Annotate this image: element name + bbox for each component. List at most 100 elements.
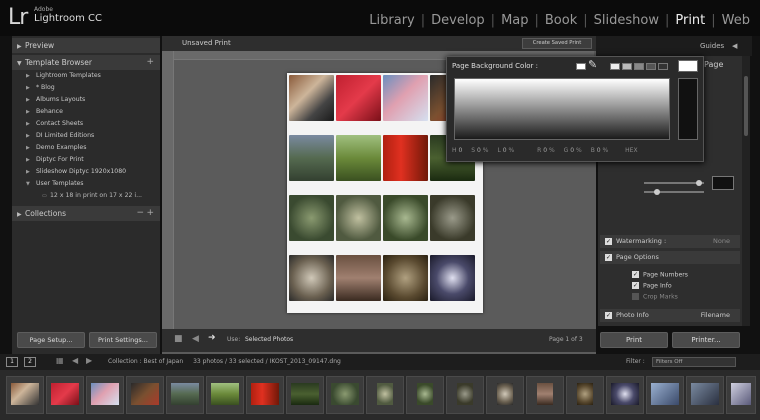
watermarking-section[interactable]: ✓ Watermarking : None xyxy=(600,235,740,248)
template-folder-user[interactable]: ▼ User Templates xyxy=(22,178,156,190)
use-dropdown[interactable]: Selected Photos xyxy=(245,336,293,343)
photo-cell[interactable] xyxy=(336,135,381,181)
filmstrip-thumbnail[interactable] xyxy=(166,376,204,414)
page-info-option[interactable]: ✓ Page Info xyxy=(632,282,672,290)
photo-info-section[interactable]: ✓ Photo Info Filename xyxy=(600,309,740,322)
slider-track[interactable] xyxy=(644,191,704,193)
template-folder[interactable]: ▶ Contact Sheets xyxy=(22,118,156,130)
grid-icon[interactable]: ▦ xyxy=(56,356,64,365)
filmstrip-thumbnail[interactable] xyxy=(686,376,724,414)
filter-dropdown[interactable]: Filters Off xyxy=(652,357,736,367)
secondary-window-2[interactable]: 2 xyxy=(24,357,36,367)
template-folder[interactable]: ▶ Albums Layouts xyxy=(22,94,156,106)
photo-cell[interactable] xyxy=(289,135,334,181)
page-panel-tab[interactable]: Page xyxy=(704,60,723,69)
photo-cell[interactable] xyxy=(383,75,428,121)
filmstrip-thumbnail[interactable] xyxy=(46,376,84,414)
template-folder[interactable]: ▶ Diptyc For Print xyxy=(22,154,156,166)
page-numbers-checkbox[interactable]: ✓ xyxy=(632,271,639,278)
template-folder[interactable]: ▶ Demo Examples xyxy=(22,142,156,154)
photo-cell[interactable] xyxy=(383,255,428,301)
template-folder[interactable]: ▶ Slideshow Diptyc 1920x1080 xyxy=(22,166,156,178)
filmstrip-thumbnail[interactable] xyxy=(126,376,164,414)
back-arrow-icon[interactable]: ◀ xyxy=(72,356,78,365)
collapse-triangle-icon[interactable]: ◀ xyxy=(732,42,737,50)
filmstrip-thumbnail[interactable] xyxy=(646,376,684,414)
watermark-checkbox[interactable]: ✓ xyxy=(605,237,612,245)
page-info-checkbox[interactable]: ✓ xyxy=(632,282,639,289)
next-page-icon[interactable]: ➜ xyxy=(208,333,216,343)
scrollbar-thumb[interactable] xyxy=(744,76,748,136)
collections-header[interactable]: ▶ Collections − + xyxy=(12,206,160,221)
template-folder[interactable]: ▶ DI Limited Editions xyxy=(22,130,156,142)
filmstrip-thumbnail[interactable] xyxy=(6,376,44,414)
photo-cell[interactable] xyxy=(289,75,334,121)
g-field[interactable]: G 0 % xyxy=(564,147,582,154)
hex-field[interactable]: HEX xyxy=(625,147,637,154)
print-settings-button[interactable]: Print Settings... xyxy=(89,332,157,348)
photo-cell[interactable] xyxy=(336,75,381,121)
h-field[interactable]: H 0 xyxy=(452,147,462,154)
filmstrip-thumbnail[interactable] xyxy=(446,376,484,414)
preset-swatch[interactable] xyxy=(576,63,586,70)
filmstrip-thumbnail[interactable] xyxy=(246,376,284,414)
filmstrip-thumbnail[interactable] xyxy=(206,376,244,414)
b-field[interactable]: B 0 % xyxy=(591,147,608,154)
s-field[interactable]: S 0 % xyxy=(471,147,488,154)
add-template-icon[interactable]: + xyxy=(146,55,154,70)
preset-swatch[interactable] xyxy=(610,63,620,70)
module-slideshow[interactable]: Slideshow xyxy=(588,13,665,28)
preset-swatch[interactable] xyxy=(658,63,668,70)
watermark-dropdown[interactable]: None xyxy=(713,235,730,248)
photo-cell[interactable] xyxy=(430,195,475,241)
photo-cell[interactable] xyxy=(289,195,334,241)
template-folder[interactable]: ▶ Behance xyxy=(22,106,156,118)
photo-cell[interactable] xyxy=(289,255,334,301)
filmstrip-thumbnail[interactable] xyxy=(486,376,524,414)
add-collection-icon[interactable]: + xyxy=(146,206,154,221)
filmstrip-thumbnail[interactable] xyxy=(726,376,756,414)
create-saved-print-button[interactable]: Create Saved Print xyxy=(522,38,592,49)
filmstrip-thumbnail[interactable] xyxy=(366,376,404,414)
preset-swatch[interactable] xyxy=(646,63,656,70)
module-print[interactable]: Print xyxy=(669,13,711,28)
previous-page-icon[interactable]: ◀ xyxy=(192,334,199,344)
filmstrip-thumbnail[interactable] xyxy=(406,376,444,414)
page-setup-button[interactable]: Page Setup... xyxy=(17,332,85,348)
slider-track[interactable] xyxy=(644,182,704,184)
filmstrip-thumbnail[interactable] xyxy=(606,376,644,414)
slider-knob[interactable] xyxy=(696,180,702,186)
print-button[interactable]: Print xyxy=(600,332,668,348)
template-browser-header[interactable]: ▼ Template Browser + xyxy=(12,55,160,70)
crop-marks-option[interactable]: Crop Marks xyxy=(632,293,678,301)
page-options-section[interactable]: ✓ Page Options xyxy=(600,251,740,264)
photo-cell[interactable] xyxy=(430,255,475,301)
filmstrip-thumbnail[interactable] xyxy=(86,376,124,414)
first-page-icon[interactable]: ■ xyxy=(174,334,183,344)
photo-info-dropdown[interactable]: Filename xyxy=(701,309,730,322)
user-template-item[interactable]: ▭ 12 x 18 in print on 17 x 22 i... xyxy=(22,190,156,202)
filmstrip-thumbnail[interactable] xyxy=(566,376,604,414)
module-web[interactable]: Web xyxy=(716,13,756,28)
l-field[interactable]: L 0 % xyxy=(497,147,514,154)
r-field[interactable]: R 0 % xyxy=(537,147,555,154)
secondary-window-1[interactable]: 1 xyxy=(6,357,18,367)
filmstrip-thumbnail[interactable] xyxy=(526,376,564,414)
photo-info-checkbox[interactable]: ✓ xyxy=(605,311,612,319)
preview-header[interactable]: ▶ Preview xyxy=(12,38,160,53)
photo-cell[interactable] xyxy=(336,255,381,301)
guides-label[interactable]: Guides xyxy=(700,42,724,50)
page-options-checkbox[interactable]: ✓ xyxy=(605,253,612,261)
filmstrip-thumbnail[interactable] xyxy=(326,376,364,414)
module-book[interactable]: Book xyxy=(539,13,583,28)
page-numbers-option[interactable]: ✓ Page Numbers xyxy=(632,271,688,279)
remove-collection-icon[interactable]: − xyxy=(136,206,144,221)
slider-knob[interactable] xyxy=(654,189,660,195)
preset-swatch[interactable] xyxy=(622,63,632,70)
filmstrip-thumbnail[interactable] xyxy=(286,376,324,414)
module-library[interactable]: Library xyxy=(363,13,420,28)
photo-cell[interactable] xyxy=(383,135,428,181)
crop-marks-checkbox[interactable] xyxy=(632,293,639,300)
printer-button[interactable]: Printer... xyxy=(672,332,740,348)
brightness-bar[interactable] xyxy=(678,78,698,140)
